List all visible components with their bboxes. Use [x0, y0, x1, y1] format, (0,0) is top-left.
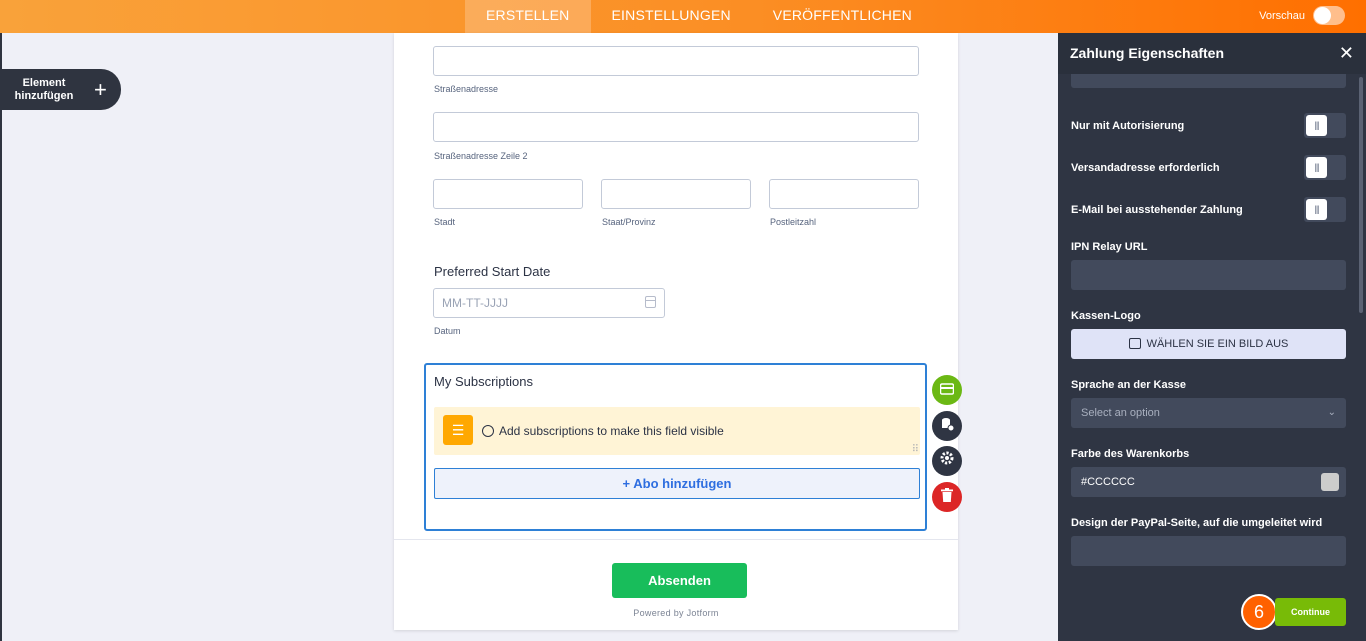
trash-icon[interactable]: [932, 482, 962, 512]
left-edge: [0, 33, 2, 641]
preview-control: Vorschau: [1259, 6, 1345, 25]
toggle-knob: [1314, 7, 1331, 24]
street2-sublabel: Straßenadresse Zeile 2: [434, 151, 528, 161]
preview-label: Vorschau: [1259, 9, 1305, 22]
paypal-design-label: Design der PayPal-Seite, auf die umgelei…: [1071, 517, 1323, 529]
date-sublabel: Datum: [434, 326, 461, 336]
payment-properties-panel: Zahlung Eigenschaften ✕ Nur mit Autorisi…: [1058, 33, 1366, 641]
toggle-knob: |||: [1306, 115, 1327, 136]
toggle-knob: |||: [1306, 199, 1327, 220]
choose-image-label: WÄHLEN SIE EIN BILD AUS: [1146, 338, 1289, 350]
pending-email-label: E-Mail bei ausstehender Zahlung: [1071, 204, 1243, 216]
step-badge: 6: [1241, 594, 1277, 630]
form-card: Straßenadresse Straßenadresse Zeile 2 St…: [394, 33, 958, 630]
plus-icon: +: [94, 76, 107, 102]
submit-button[interactable]: Absenden: [612, 563, 747, 598]
ipn-input[interactable]: [1071, 260, 1346, 290]
continue-button[interactable]: Continue: [1275, 598, 1346, 626]
database-icon[interactable]: [932, 411, 962, 441]
language-select[interactable]: Select an option ⌄: [1071, 398, 1346, 428]
checklist-icon: ☰: [443, 415, 473, 445]
payment-icon[interactable]: [932, 375, 962, 405]
state-sublabel: Staat/Provinz: [602, 217, 656, 227]
top-nav: ERSTELLEN EINSTELLUNGEN VERÖFFENTLICHEN: [465, 0, 933, 33]
auth-only-toggle[interactable]: |||: [1304, 113, 1346, 138]
zip-sublabel: Postleitzahl: [770, 217, 817, 227]
cart-color-input[interactable]: #CCCCCC: [1071, 467, 1346, 497]
image-icon: [1128, 338, 1141, 349]
paypal-design-input[interactable]: [1071, 536, 1346, 566]
add-element-label: Element hinzufügen: [14, 76, 74, 102]
notice-text: Add subscriptions to make this field vis…: [499, 424, 724, 438]
gear-icon[interactable]: [932, 446, 962, 476]
toggle-knob: |||: [1306, 157, 1327, 178]
radio-icon: [482, 425, 494, 437]
partial-field[interactable]: [1071, 74, 1346, 88]
divider: [394, 539, 958, 540]
pending-email-toggle[interactable]: |||: [1304, 197, 1346, 222]
color-swatch[interactable]: [1321, 473, 1339, 491]
subscriptions-notice: ☰ Add subscriptions to make this field v…: [434, 407, 920, 455]
subscriptions-field[interactable]: My Subscriptions ☰ Add subscriptions to …: [424, 363, 927, 531]
tab-erstellen[interactable]: ERSTELLEN: [465, 0, 591, 33]
language-placeholder: Select an option: [1081, 407, 1160, 419]
date-question-label: Preferred Start Date: [434, 264, 551, 279]
date-placeholder: MM-TT-JJJJ: [442, 296, 508, 310]
preview-toggle[interactable]: [1313, 6, 1345, 25]
powered-by: Powered by Jotform: [633, 608, 719, 618]
close-icon[interactable]: ✕: [1339, 43, 1354, 64]
city-input[interactable]: [433, 179, 583, 209]
panel-header: Zahlung Eigenschaften ✕: [1058, 33, 1366, 74]
city-sublabel: Stadt: [434, 217, 456, 227]
panel-scrollbar[interactable]: [1359, 77, 1363, 313]
auth-only-label: Nur mit Autorisierung: [1071, 120, 1185, 132]
state-input[interactable]: [601, 179, 751, 209]
panel-title: Zahlung Eigenschaften: [1070, 45, 1225, 61]
tab-einstellungen[interactable]: EINSTELLUNGEN: [591, 0, 752, 33]
add-element-button[interactable]: Element hinzufügen +: [0, 69, 121, 110]
shipping-required-label: Versandadresse erforderlich: [1071, 162, 1220, 174]
chevron-down-icon: ⌄: [1327, 407, 1336, 418]
top-bar: ERSTELLEN EINSTELLUNGEN VERÖFFENTLICHEN …: [0, 0, 1366, 33]
date-input[interactable]: MM-TT-JJJJ: [433, 288, 665, 318]
street-input[interactable]: [433, 46, 919, 76]
street2-input[interactable]: [433, 112, 919, 142]
zip-input[interactable]: [769, 179, 919, 209]
language-label: Sprache an der Kasse: [1071, 379, 1186, 391]
cart-color-label: Farbe des Warenkorbs: [1071, 448, 1190, 460]
cart-color-value: #CCCCCC: [1081, 476, 1135, 488]
choose-image-button[interactable]: WÄHLEN SIE EIN BILD AUS: [1071, 329, 1346, 359]
drag-handle-icon[interactable]: ⠿: [912, 445, 919, 455]
shipping-required-toggle[interactable]: |||: [1304, 155, 1346, 180]
add-subscription-button[interactable]: + Abo hinzufügen: [434, 468, 920, 499]
subscriptions-title: My Subscriptions: [434, 374, 533, 389]
calendar-icon[interactable]: [645, 296, 656, 308]
street-sublabel: Straßenadresse: [434, 84, 499, 94]
tab-veroeffentlichen[interactable]: VERÖFFENTLICHEN: [752, 0, 933, 33]
logo-label: Kassen-Logo: [1071, 310, 1141, 322]
ipn-label: IPN Relay URL: [1071, 241, 1148, 253]
